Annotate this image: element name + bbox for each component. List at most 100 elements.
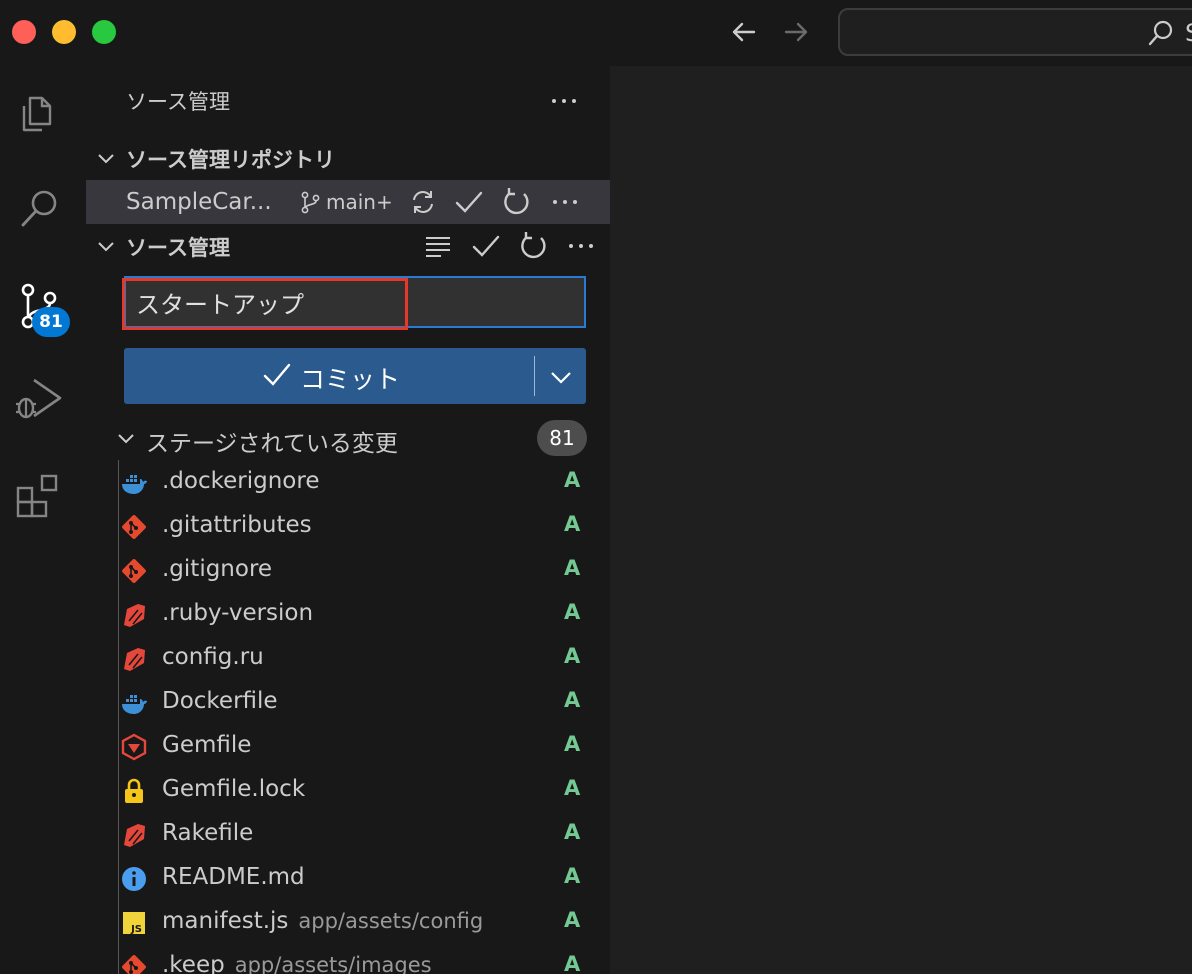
staged-file-row[interactable]: .gitignore A [86,548,610,592]
staged-file-row[interactable]: Gemfile.lock A [86,768,610,812]
file-status-added: A [564,776,581,800]
file-status-added: A [564,556,581,580]
file-name: .ruby-version [162,600,313,626]
gemfile-icon [120,733,148,761]
staged-file-row[interactable]: JS manifest.js app/assets/config A [86,900,610,944]
file-status-added: A [564,820,581,844]
docker-icon [120,469,148,497]
git-icon [120,953,148,974]
info-icon [120,865,148,893]
file-name-text: Gemfile.lock [162,776,306,802]
commit-dropdown-button[interactable] [535,348,586,404]
lock-icon [120,777,148,805]
chevron-down-icon [114,426,138,450]
file-name-text: Dockerfile [162,688,278,714]
js-icon: JS [120,909,148,937]
file-status-added: A [564,952,581,974]
file-name: .dockerignore [162,468,319,494]
view-as-list-icon[interactable] [421,229,455,263]
chevron-down-icon [94,234,118,258]
forward-arrow-icon[interactable] [778,14,814,50]
staged-file-row[interactable]: .ruby-version A [86,592,610,636]
file-name-text: Rakefile [162,820,254,846]
search-view-icon[interactable] [14,183,64,233]
run-debug-icon[interactable] [14,374,64,424]
file-name-text: config.ru [162,644,264,670]
file-name: Gemfile.lock [162,776,305,802]
staged-file-row[interactable]: README.md A [86,856,610,900]
check-icon [262,360,292,390]
activity-bar: 81 [0,66,86,974]
file-name: manifest.js app/assets/config [162,908,483,934]
file-status-added: A [564,468,581,492]
ruby-icon [120,645,148,673]
file-status-added: A [564,644,581,668]
file-name: .keep app/assets/images [162,952,432,974]
ruby-icon [120,821,148,849]
file-name-text: README.md [162,864,305,890]
svg-text:JS: JS [130,924,142,935]
sync-icon[interactable] [406,185,440,219]
file-name-text: Gemfile [162,732,252,758]
command-center-text: S [1185,19,1192,47]
staged-file-row[interactable]: .gitattributes A [86,504,610,548]
repository-row[interactable]: SampleCar... main+ [86,180,610,224]
chevron-down-icon [94,146,118,170]
staged-file-row[interactable]: .keep app/assets/images A [86,944,610,974]
git-icon [120,513,148,541]
file-name-text: .keep [162,952,225,974]
file-path: app/assets/images [234,953,432,974]
changes-more-icon[interactable] [564,229,598,263]
back-arrow-icon[interactable] [726,14,762,50]
sidebar-title: ソース管理 [126,90,230,114]
changes-section-header[interactable]: ソース管理 [86,226,610,266]
extensions-icon[interactable] [14,472,64,522]
chevron-down-icon [551,372,571,384]
file-name: config.ru [162,644,264,670]
changes-section-label: ソース管理 [126,236,230,260]
staged-file-row[interactable]: Gemfile A [86,724,610,768]
commit-check-icon[interactable] [452,185,486,219]
file-path: app/assets/config [298,909,484,933]
explorer-files-icon[interactable] [14,86,64,136]
file-name: README.md [162,864,305,890]
file-name-text: .gitattributes [162,512,312,538]
file-name-text: manifest.js [162,908,289,934]
repo-more-icon[interactable] [548,185,582,219]
window-minimize-button[interactable] [52,20,76,44]
commit-button-group: コミット [124,348,586,404]
file-status-added: A [564,688,581,712]
commit-button-label: コミット [300,365,401,394]
staged-file-row[interactable]: .dockerignore A [86,460,610,504]
title-bar: S [0,0,1192,66]
branch-icon [298,190,322,214]
file-name-text: .dockerignore [162,468,320,494]
source-control-badge: 81 [32,307,70,337]
repositories-section-header[interactable]: ソース管理リポジトリ [86,138,610,178]
refresh-icon[interactable] [500,185,534,219]
file-name: Dockerfile [162,688,278,714]
branch-name[interactable]: main+ [326,190,393,214]
staged-changes-count-badge: 81 [537,420,587,456]
window-zoom-button[interactable] [92,20,116,44]
commit-message-input[interactable] [136,284,576,320]
file-status-added: A [564,512,581,536]
staged-changes-header[interactable]: ステージされている変更 81 [86,416,610,460]
file-status-added: A [564,600,581,624]
staged-changes-label: ステージされている変更 [146,431,398,457]
file-name-text: .ruby-version [162,600,314,626]
staged-file-row[interactable]: Rakefile A [86,812,610,856]
commit-button[interactable]: コミット [124,348,534,404]
more-actions-icon[interactable] [546,86,582,116]
staged-file-row[interactable]: Dockerfile A [86,680,610,724]
file-name: .gitattributes [162,512,312,538]
command-center-search[interactable]: S [838,8,1192,56]
refresh-icon[interactable] [517,229,551,263]
commit-check-icon[interactable] [469,229,503,263]
commit-message-input-box[interactable] [124,276,586,328]
file-name: Rakefile [162,820,253,846]
repository-name: SampleCar... [126,189,272,215]
staged-file-row[interactable]: config.ru A [86,636,610,680]
search-icon [1146,18,1176,48]
window-close-button[interactable] [12,20,36,44]
